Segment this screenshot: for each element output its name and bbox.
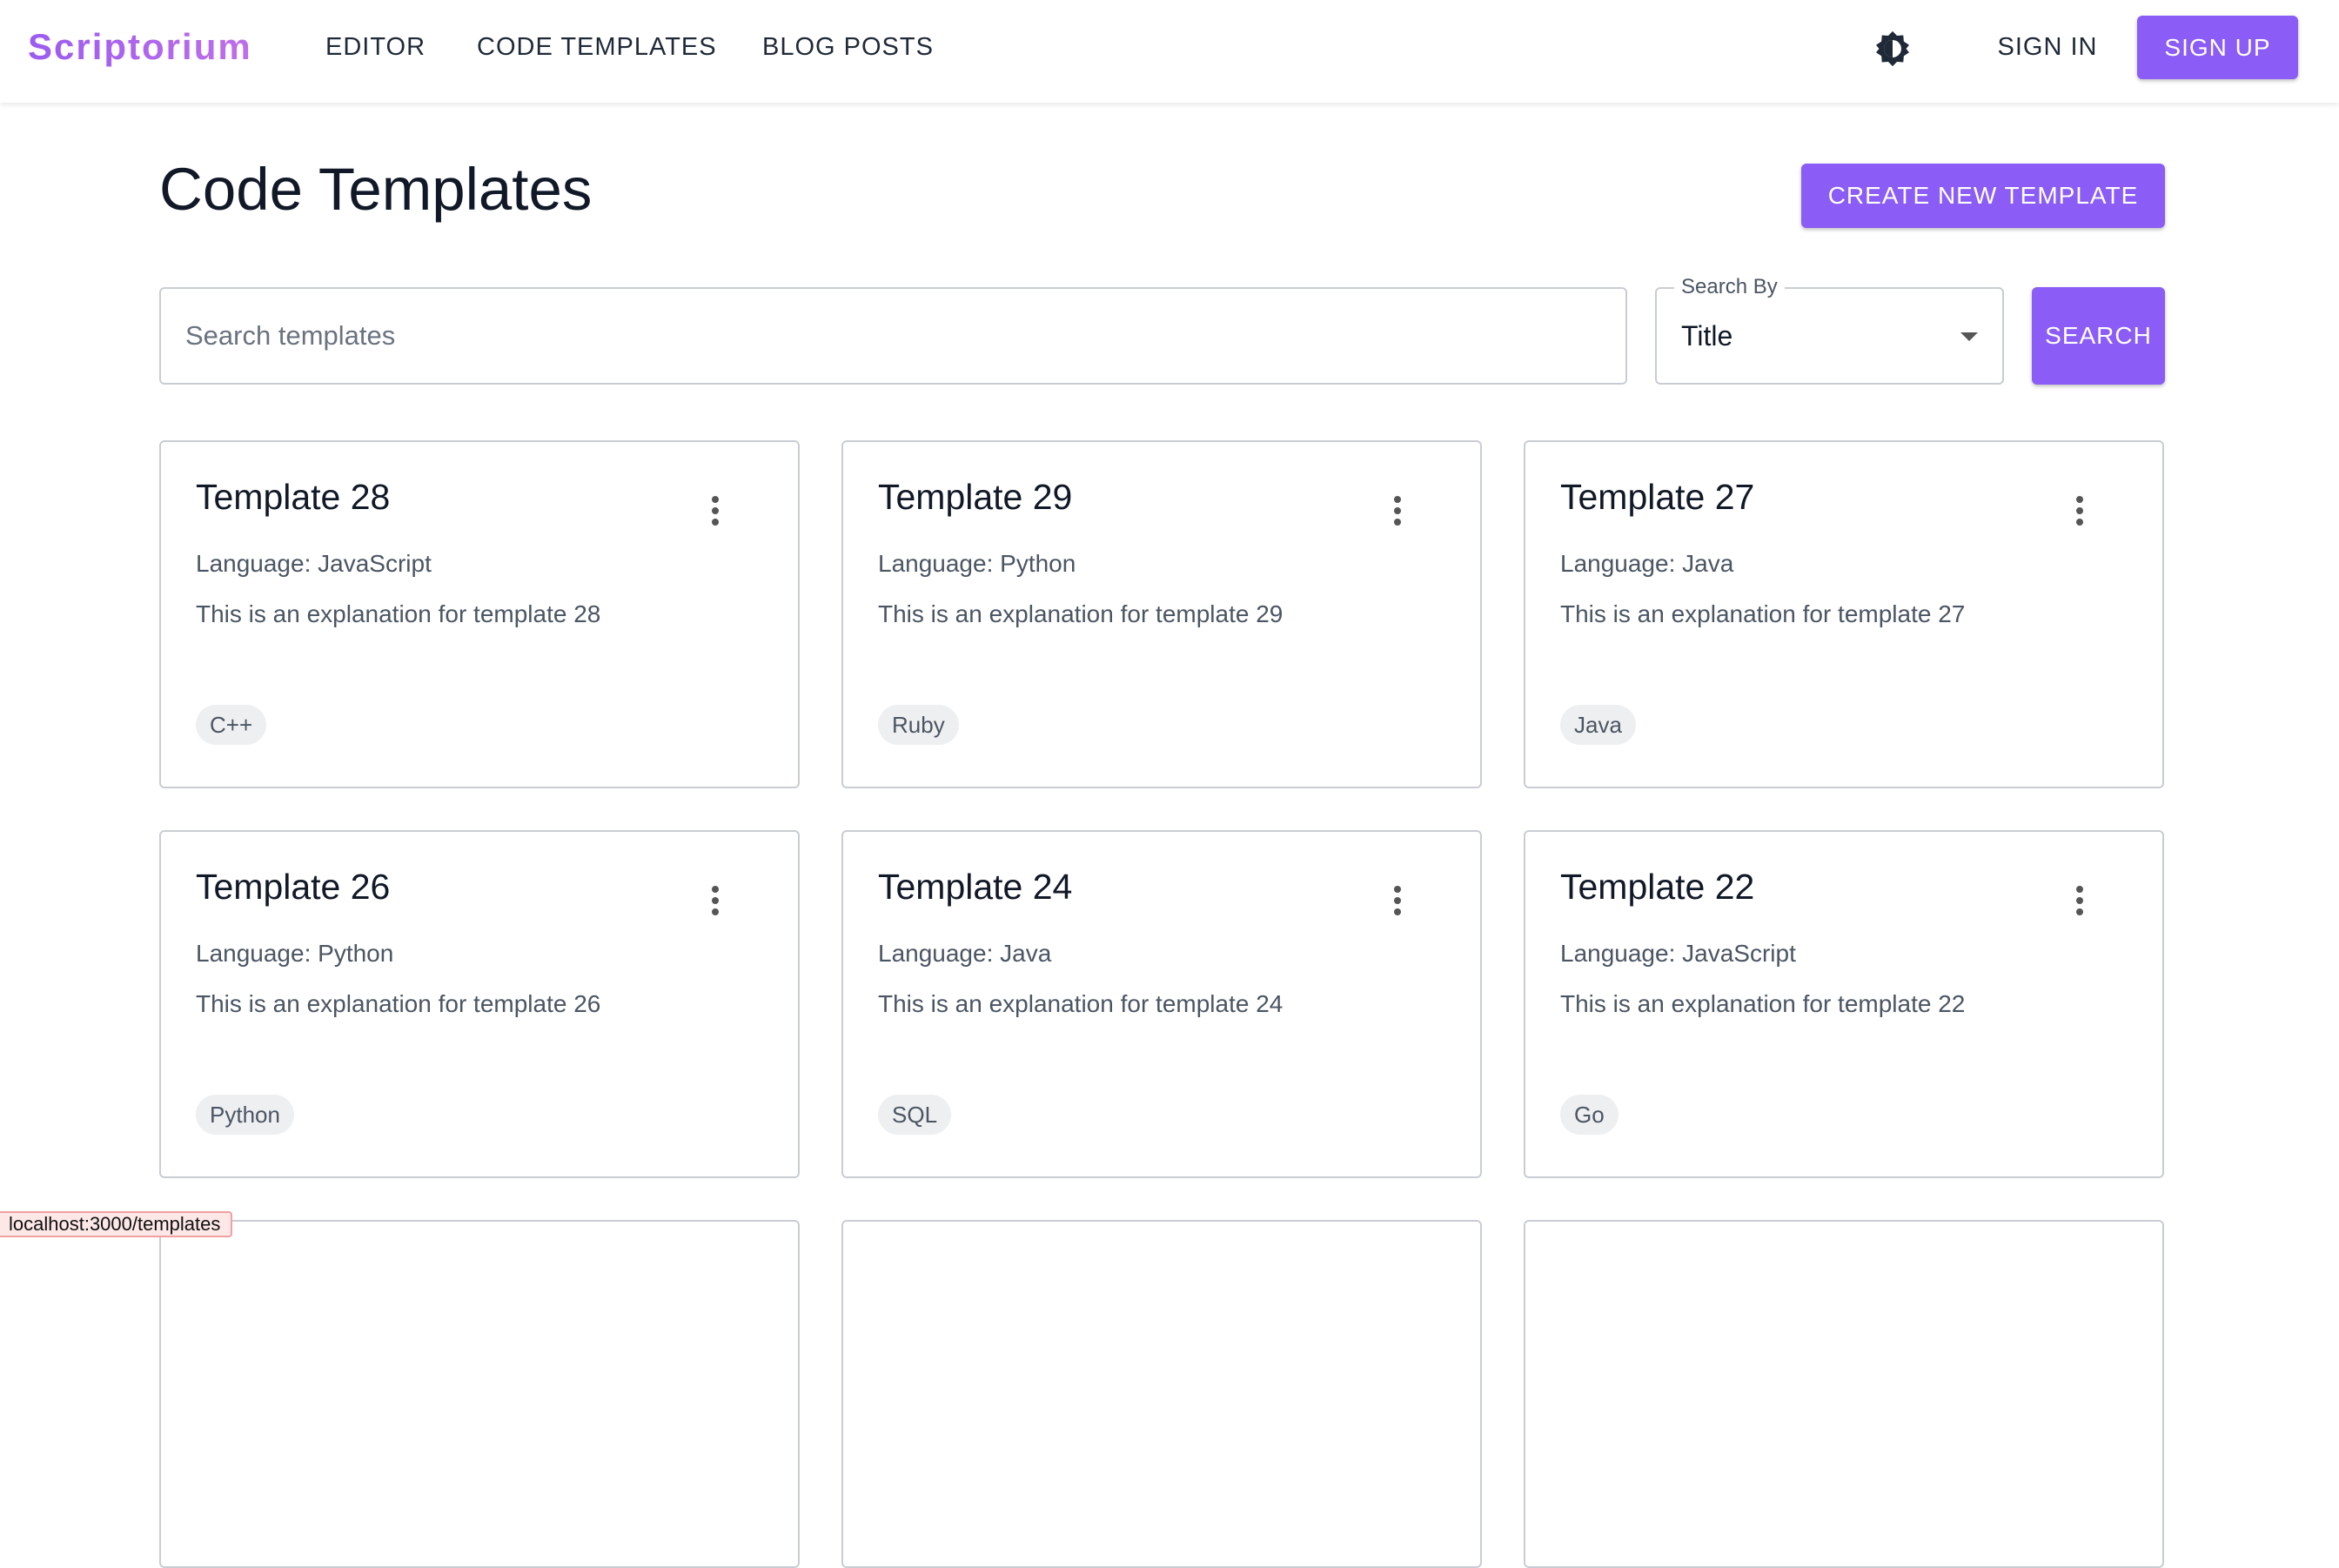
template-language: Language: Python	[878, 550, 1076, 577]
template-card[interactable]: Template 22 Language: JavaScript This is…	[1524, 830, 2164, 1178]
template-tag[interactable]: Ruby	[878, 705, 959, 745]
template-title: Template 28	[196, 477, 391, 517]
template-card[interactable]: Template 24 Language: Java This is an ex…	[841, 830, 1482, 1178]
template-card[interactable]: Template 29 Language: Python This is an …	[841, 440, 1482, 788]
template-language: Language: Java	[1560, 550, 1734, 577]
search-button[interactable]: SEARCH	[2032, 287, 2165, 385]
template-language: Language: JavaScript	[196, 550, 432, 577]
top-navbar: Scriptorium EDITOR CODE TEMPLATES BLOG P…	[0, 0, 2339, 103]
template-tag[interactable]: Go	[1560, 1095, 1619, 1135]
nav-link-code-templates[interactable]: CODE TEMPLATES	[477, 0, 717, 94]
theme-toggle-icon[interactable]	[1873, 29, 1913, 69]
template-tag[interactable]: Java	[1560, 705, 1636, 745]
template-description: This is an explanation for template 29	[878, 600, 1283, 627]
template-description: This is an explanation for template 26	[196, 990, 601, 1017]
sign-in-button[interactable]: SIGN IN	[1984, 0, 2111, 94]
link-status-tooltip: localhost:3000/templates	[0, 1211, 233, 1237]
more-vert-icon[interactable]	[1376, 879, 1419, 922]
search-by-select[interactable]: Search By Title	[1655, 275, 2004, 385]
search-templates-input[interactable]	[159, 287, 1627, 385]
nav-link-editor[interactable]: EDITOR	[325, 0, 426, 94]
template-tag[interactable]: SQL	[878, 1095, 952, 1135]
template-card[interactable]	[159, 1220, 800, 1568]
template-description: This is an explanation for template 27	[1560, 600, 1966, 627]
page-title: Code Templates	[159, 156, 593, 223]
more-vert-icon[interactable]	[694, 879, 737, 922]
template-title: Template 29	[878, 477, 1073, 517]
template-tag[interactable]: C++	[196, 705, 267, 745]
template-language: Language: JavaScript	[1560, 940, 1796, 967]
template-language: Language: Java	[878, 940, 1052, 967]
template-title: Template 22	[1560, 867, 1755, 907]
template-language: Language: Python	[196, 940, 394, 967]
template-card[interactable]	[1524, 1220, 2164, 1568]
template-card[interactable]: Template 26 Language: Python This is an …	[159, 830, 800, 1178]
template-description: This is an explanation for template 28	[196, 600, 601, 627]
template-title: Template 24	[878, 867, 1073, 907]
more-vert-icon[interactable]	[2058, 879, 2101, 922]
template-card[interactable]	[841, 1220, 1482, 1568]
nav-link-blog-posts[interactable]: BLOG POSTS	[762, 0, 934, 94]
dropdown-arrow-icon	[1960, 332, 1978, 341]
template-tag[interactable]: Python	[196, 1095, 294, 1135]
template-title: Template 26	[196, 867, 391, 907]
template-title: Template 27	[1560, 477, 1755, 517]
templates-grid: Template 28 Language: JavaScript This is…	[159, 440, 2165, 1568]
more-vert-icon[interactable]	[2058, 489, 2101, 533]
more-vert-icon[interactable]	[694, 489, 737, 533]
more-vert-icon[interactable]	[1376, 489, 1419, 533]
search-by-value: Title	[1681, 319, 1733, 352]
sign-up-button[interactable]: SIGN UP	[2137, 16, 2298, 79]
template-card[interactable]: Template 28 Language: JavaScript This is…	[159, 440, 800, 788]
template-description: This is an explanation for template 22	[1560, 990, 1966, 1017]
brand-logo[interactable]: Scriptorium	[28, 0, 252, 94]
create-new-template-button[interactable]: CREATE NEW TEMPLATE	[1801, 164, 2165, 228]
template-description: This is an explanation for template 24	[878, 990, 1283, 1017]
template-card[interactable]: Template 27 Language: Java This is an ex…	[1524, 440, 2164, 788]
